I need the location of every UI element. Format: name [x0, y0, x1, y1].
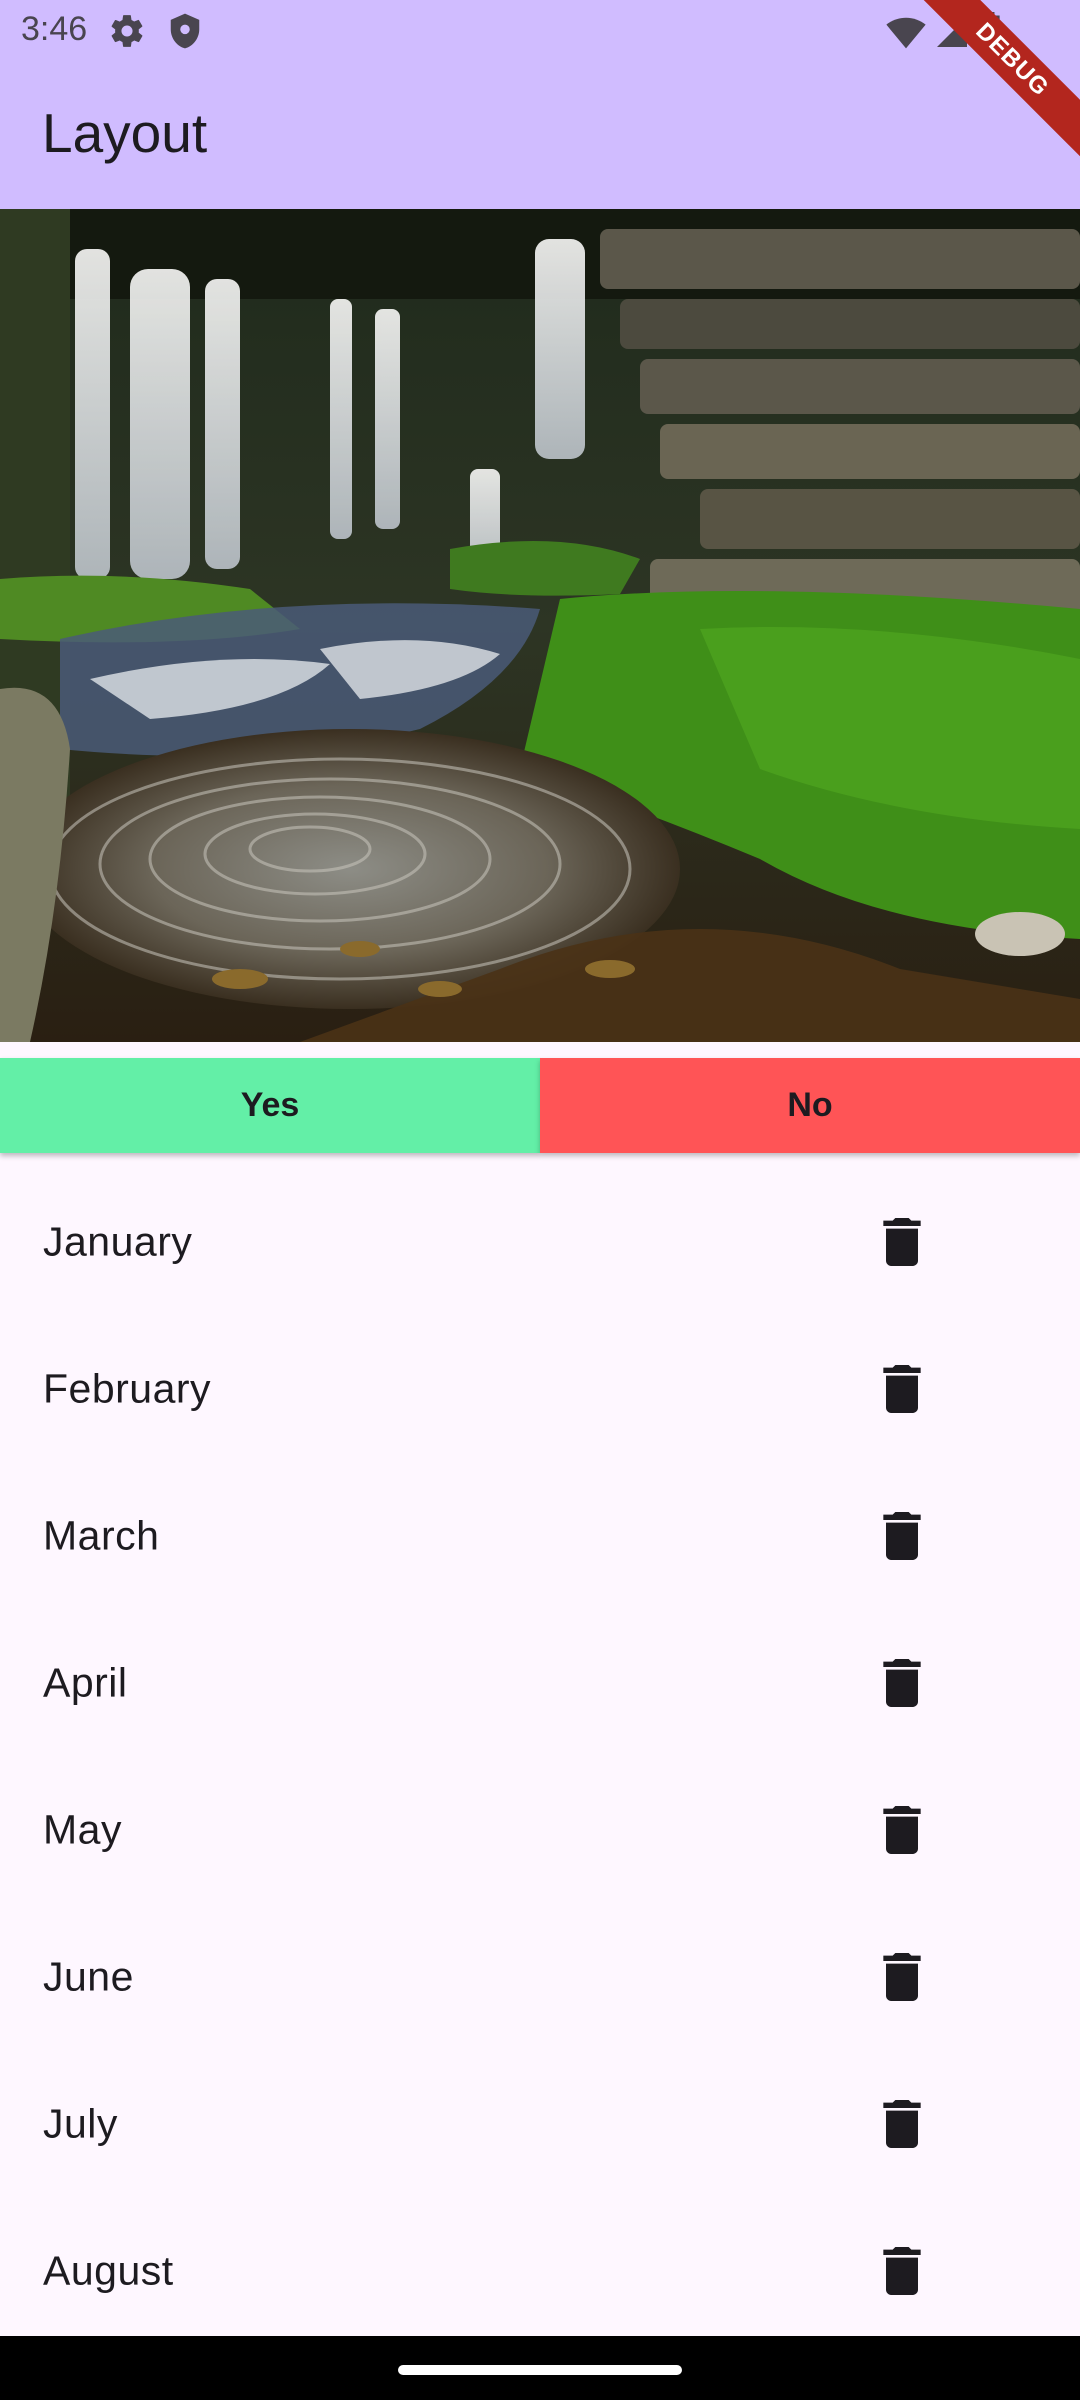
trash-icon[interactable]: [858, 1198, 946, 1286]
status-time: 3:46: [21, 10, 88, 48]
status-bar: 3:46: [0, 0, 1080, 63]
list-item[interactable]: June: [0, 1903, 1080, 2050]
trash-icon[interactable]: [858, 1492, 946, 1580]
no-button[interactable]: No: [540, 1058, 1080, 1153]
battery-icon: [980, 12, 1002, 55]
list-item[interactable]: March: [0, 1462, 1080, 1609]
list-item-label: May: [43, 1806, 122, 1852]
wifi-icon: [886, 14, 926, 55]
list-item[interactable]: April: [0, 1609, 1080, 1756]
list-item[interactable]: July: [0, 2050, 1080, 2197]
list-item[interactable]: May: [0, 1756, 1080, 1903]
trash-icon[interactable]: [858, 2080, 946, 2168]
trash-icon[interactable]: [858, 1345, 946, 1433]
list-item-label: August: [43, 2247, 174, 2293]
list-item-label: February: [43, 1365, 212, 1411]
list-item-label: March: [43, 1512, 160, 1558]
answer-buttons: Yes No: [0, 1058, 1080, 1153]
list-item-label: January: [43, 1218, 193, 1264]
list-item-label: June: [43, 1953, 134, 1999]
month-list: January February March April May June July Augu…: [0, 1168, 1080, 2344]
trash-icon[interactable]: [858, 1639, 946, 1727]
list-item-label: April: [43, 1659, 128, 1705]
trash-icon[interactable]: [858, 1933, 946, 2021]
list-item[interactable]: January: [0, 1168, 1080, 1315]
app-bar: Layout: [0, 63, 1080, 209]
trash-icon[interactable]: [858, 1786, 946, 1874]
list-item[interactable]: February: [0, 1315, 1080, 1462]
list-item[interactable]: August: [0, 2197, 1080, 2344]
yes-button[interactable]: Yes: [0, 1058, 540, 1153]
waterfall-image: [0, 209, 1080, 1042]
signal-icon: [934, 14, 970, 55]
navigation-bar: [0, 2336, 1080, 2400]
list-item-label: July: [43, 2100, 118, 2146]
page-title: Layout: [42, 102, 208, 164]
gear-icon: [108, 12, 146, 55]
trash-icon[interactable]: [858, 2227, 946, 2315]
shield-icon: [166, 12, 204, 55]
home-handle[interactable]: [398, 2365, 682, 2375]
